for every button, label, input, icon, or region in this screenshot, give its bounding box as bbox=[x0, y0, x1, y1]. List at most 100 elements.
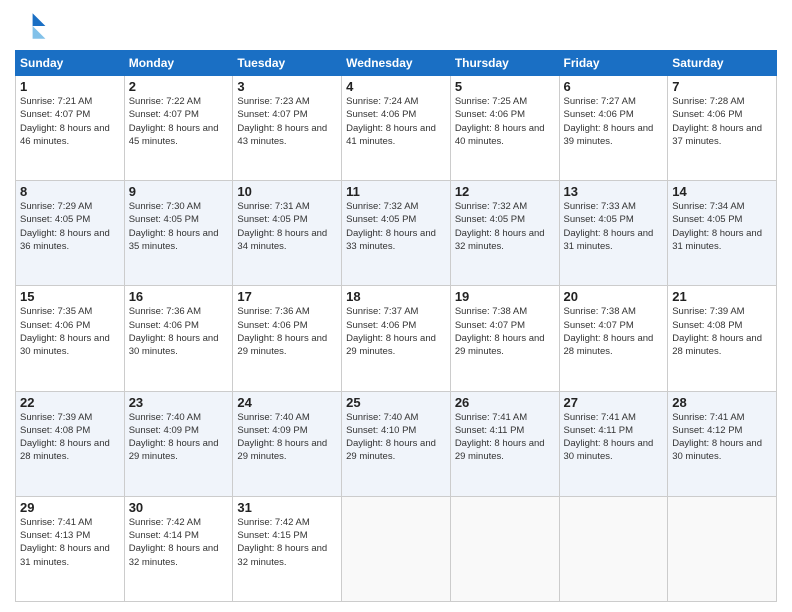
day-number: 18 bbox=[346, 289, 446, 304]
calendar-cell bbox=[559, 496, 668, 601]
day-info: Sunrise: 7:39 AM Sunset: 4:08 PM Dayligh… bbox=[20, 411, 120, 464]
calendar-cell: 17 Sunrise: 7:36 AM Sunset: 4:06 PM Dayl… bbox=[233, 286, 342, 391]
day-info: Sunrise: 7:41 AM Sunset: 4:11 PM Dayligh… bbox=[455, 411, 555, 464]
day-number: 26 bbox=[455, 395, 555, 410]
day-info: Sunrise: 7:28 AM Sunset: 4:06 PM Dayligh… bbox=[672, 95, 772, 148]
day-number: 2 bbox=[129, 79, 229, 94]
calendar-cell: 28 Sunrise: 7:41 AM Sunset: 4:12 PM Dayl… bbox=[668, 391, 777, 496]
day-info: Sunrise: 7:36 AM Sunset: 4:06 PM Dayligh… bbox=[237, 305, 337, 358]
day-info: Sunrise: 7:29 AM Sunset: 4:05 PM Dayligh… bbox=[20, 200, 120, 253]
calendar-cell: 22 Sunrise: 7:39 AM Sunset: 4:08 PM Dayl… bbox=[16, 391, 125, 496]
calendar-cell: 6 Sunrise: 7:27 AM Sunset: 4:06 PM Dayli… bbox=[559, 76, 668, 181]
calendar-cell: 3 Sunrise: 7:23 AM Sunset: 4:07 PM Dayli… bbox=[233, 76, 342, 181]
day-info: Sunrise: 7:25 AM Sunset: 4:06 PM Dayligh… bbox=[455, 95, 555, 148]
col-header-friday: Friday bbox=[559, 51, 668, 76]
day-info: Sunrise: 7:23 AM Sunset: 4:07 PM Dayligh… bbox=[237, 95, 337, 148]
day-info: Sunrise: 7:22 AM Sunset: 4:07 PM Dayligh… bbox=[129, 95, 229, 148]
day-number: 3 bbox=[237, 79, 337, 94]
day-number: 6 bbox=[564, 79, 664, 94]
calendar-cell: 25 Sunrise: 7:40 AM Sunset: 4:10 PM Dayl… bbox=[342, 391, 451, 496]
day-info: Sunrise: 7:21 AM Sunset: 4:07 PM Dayligh… bbox=[20, 95, 120, 148]
day-number: 11 bbox=[346, 184, 446, 199]
calendar-cell: 20 Sunrise: 7:38 AM Sunset: 4:07 PM Dayl… bbox=[559, 286, 668, 391]
calendar-cell: 2 Sunrise: 7:22 AM Sunset: 4:07 PM Dayli… bbox=[124, 76, 233, 181]
day-number: 12 bbox=[455, 184, 555, 199]
day-number: 7 bbox=[672, 79, 772, 94]
calendar-cell: 8 Sunrise: 7:29 AM Sunset: 4:05 PM Dayli… bbox=[16, 181, 125, 286]
day-info: Sunrise: 7:31 AM Sunset: 4:05 PM Dayligh… bbox=[237, 200, 337, 253]
day-number: 25 bbox=[346, 395, 446, 410]
day-info: Sunrise: 7:37 AM Sunset: 4:06 PM Dayligh… bbox=[346, 305, 446, 358]
calendar-week-1: 1 Sunrise: 7:21 AM Sunset: 4:07 PM Dayli… bbox=[16, 76, 777, 181]
day-number: 15 bbox=[20, 289, 120, 304]
day-info: Sunrise: 7:41 AM Sunset: 4:11 PM Dayligh… bbox=[564, 411, 664, 464]
calendar-week-3: 15 Sunrise: 7:35 AM Sunset: 4:06 PM Dayl… bbox=[16, 286, 777, 391]
day-number: 14 bbox=[672, 184, 772, 199]
day-number: 28 bbox=[672, 395, 772, 410]
day-info: Sunrise: 7:42 AM Sunset: 4:15 PM Dayligh… bbox=[237, 516, 337, 569]
calendar-cell: 12 Sunrise: 7:32 AM Sunset: 4:05 PM Dayl… bbox=[450, 181, 559, 286]
day-info: Sunrise: 7:32 AM Sunset: 4:05 PM Dayligh… bbox=[455, 200, 555, 253]
calendar-cell: 14 Sunrise: 7:34 AM Sunset: 4:05 PM Dayl… bbox=[668, 181, 777, 286]
day-info: Sunrise: 7:32 AM Sunset: 4:05 PM Dayligh… bbox=[346, 200, 446, 253]
day-number: 9 bbox=[129, 184, 229, 199]
day-info: Sunrise: 7:41 AM Sunset: 4:12 PM Dayligh… bbox=[672, 411, 772, 464]
calendar-cell: 31 Sunrise: 7:42 AM Sunset: 4:15 PM Dayl… bbox=[233, 496, 342, 601]
day-number: 10 bbox=[237, 184, 337, 199]
calendar-cell: 18 Sunrise: 7:37 AM Sunset: 4:06 PM Dayl… bbox=[342, 286, 451, 391]
calendar-cell: 10 Sunrise: 7:31 AM Sunset: 4:05 PM Dayl… bbox=[233, 181, 342, 286]
calendar-cell bbox=[342, 496, 451, 601]
day-number: 4 bbox=[346, 79, 446, 94]
day-number: 16 bbox=[129, 289, 229, 304]
calendar-week-5: 29 Sunrise: 7:41 AM Sunset: 4:13 PM Dayl… bbox=[16, 496, 777, 601]
day-info: Sunrise: 7:42 AM Sunset: 4:14 PM Dayligh… bbox=[129, 516, 229, 569]
day-number: 21 bbox=[672, 289, 772, 304]
calendar-cell: 15 Sunrise: 7:35 AM Sunset: 4:06 PM Dayl… bbox=[16, 286, 125, 391]
day-number: 23 bbox=[129, 395, 229, 410]
day-number: 31 bbox=[237, 500, 337, 515]
calendar-cell bbox=[450, 496, 559, 601]
calendar-header-row: SundayMondayTuesdayWednesdayThursdayFrid… bbox=[16, 51, 777, 76]
day-info: Sunrise: 7:40 AM Sunset: 4:09 PM Dayligh… bbox=[129, 411, 229, 464]
col-header-thursday: Thursday bbox=[450, 51, 559, 76]
col-header-sunday: Sunday bbox=[16, 51, 125, 76]
calendar-cell: 19 Sunrise: 7:38 AM Sunset: 4:07 PM Dayl… bbox=[450, 286, 559, 391]
col-header-tuesday: Tuesday bbox=[233, 51, 342, 76]
calendar-cell: 29 Sunrise: 7:41 AM Sunset: 4:13 PM Dayl… bbox=[16, 496, 125, 601]
page: SundayMondayTuesdayWednesdayThursdayFrid… bbox=[0, 0, 792, 612]
day-number: 17 bbox=[237, 289, 337, 304]
day-number: 13 bbox=[564, 184, 664, 199]
day-number: 24 bbox=[237, 395, 337, 410]
day-info: Sunrise: 7:30 AM Sunset: 4:05 PM Dayligh… bbox=[129, 200, 229, 253]
calendar-week-2: 8 Sunrise: 7:29 AM Sunset: 4:05 PM Dayli… bbox=[16, 181, 777, 286]
calendar-cell: 24 Sunrise: 7:40 AM Sunset: 4:09 PM Dayl… bbox=[233, 391, 342, 496]
day-info: Sunrise: 7:40 AM Sunset: 4:10 PM Dayligh… bbox=[346, 411, 446, 464]
calendar-cell: 21 Sunrise: 7:39 AM Sunset: 4:08 PM Dayl… bbox=[668, 286, 777, 391]
day-info: Sunrise: 7:38 AM Sunset: 4:07 PM Dayligh… bbox=[564, 305, 664, 358]
day-info: Sunrise: 7:24 AM Sunset: 4:06 PM Dayligh… bbox=[346, 95, 446, 148]
col-header-wednesday: Wednesday bbox=[342, 51, 451, 76]
calendar-cell: 26 Sunrise: 7:41 AM Sunset: 4:11 PM Dayl… bbox=[450, 391, 559, 496]
day-info: Sunrise: 7:34 AM Sunset: 4:05 PM Dayligh… bbox=[672, 200, 772, 253]
day-info: Sunrise: 7:41 AM Sunset: 4:13 PM Dayligh… bbox=[20, 516, 120, 569]
day-info: Sunrise: 7:38 AM Sunset: 4:07 PM Dayligh… bbox=[455, 305, 555, 358]
day-info: Sunrise: 7:40 AM Sunset: 4:09 PM Dayligh… bbox=[237, 411, 337, 464]
calendar-cell: 27 Sunrise: 7:41 AM Sunset: 4:11 PM Dayl… bbox=[559, 391, 668, 496]
day-info: Sunrise: 7:36 AM Sunset: 4:06 PM Dayligh… bbox=[129, 305, 229, 358]
day-number: 1 bbox=[20, 79, 120, 94]
calendar-cell: 5 Sunrise: 7:25 AM Sunset: 4:06 PM Dayli… bbox=[450, 76, 559, 181]
calendar-cell: 11 Sunrise: 7:32 AM Sunset: 4:05 PM Dayl… bbox=[342, 181, 451, 286]
calendar-cell: 7 Sunrise: 7:28 AM Sunset: 4:06 PM Dayli… bbox=[668, 76, 777, 181]
day-number: 27 bbox=[564, 395, 664, 410]
day-number: 22 bbox=[20, 395, 120, 410]
calendar-table: SundayMondayTuesdayWednesdayThursdayFrid… bbox=[15, 50, 777, 602]
day-number: 8 bbox=[20, 184, 120, 199]
logo bbox=[15, 10, 51, 42]
col-header-saturday: Saturday bbox=[668, 51, 777, 76]
day-number: 20 bbox=[564, 289, 664, 304]
col-header-monday: Monday bbox=[124, 51, 233, 76]
day-number: 5 bbox=[455, 79, 555, 94]
day-info: Sunrise: 7:35 AM Sunset: 4:06 PM Dayligh… bbox=[20, 305, 120, 358]
calendar-week-4: 22 Sunrise: 7:39 AM Sunset: 4:08 PM Dayl… bbox=[16, 391, 777, 496]
logo-icon bbox=[15, 10, 47, 42]
